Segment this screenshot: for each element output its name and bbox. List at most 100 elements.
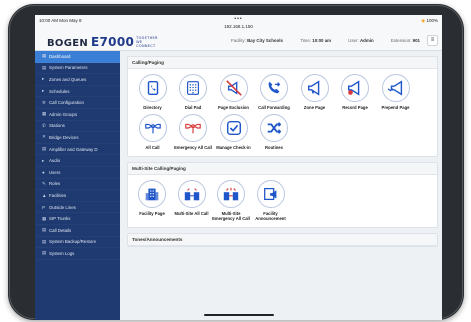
multisite-tile[interactable]: Facility Announcement bbox=[252, 180, 290, 221]
extension-info: Extension: 901 bbox=[390, 38, 420, 43]
all-call-icon[interactable] bbox=[138, 114, 167, 142]
calendar-icon: ▸ bbox=[42, 88, 45, 94]
calling-tile-label: Emergency All Call bbox=[174, 145, 212, 150]
amplifier-icon: ▤ bbox=[42, 146, 47, 152]
multisite-tile[interactable]: Facility Page bbox=[133, 180, 171, 221]
calling-tile[interactable]: Zone Page bbox=[295, 74, 334, 110]
calling-tile-label: Prepend Page bbox=[381, 105, 410, 110]
facility-announcement-icon[interactable] bbox=[256, 180, 285, 208]
sidebar-item-outside-lines[interactable]: P Outside Lines bbox=[35, 202, 120, 214]
sidebar-item-dashboard[interactable]: ▦ Dashboard bbox=[35, 51, 120, 63]
multi-site-all-call-icon[interactable] bbox=[177, 180, 206, 208]
sidebar-item-schedules[interactable]: ▸ Schedules bbox=[35, 86, 120, 98]
call-details-icon: ▤ bbox=[42, 227, 47, 233]
sidebar-item-label: Call Details bbox=[49, 227, 72, 233]
brand-name: BOGEN bbox=[47, 38, 89, 49]
logs-icon: ▤ bbox=[42, 250, 47, 256]
app-screen: 10:00 AM Mon May 8 ••• 192.168.1.150 ◉ 1… bbox=[35, 15, 442, 320]
calling-tile[interactable]: All Call bbox=[133, 114, 172, 150]
facility-icon: ▲ bbox=[42, 192, 47, 198]
sidebar-item-call-details[interactable]: ▤ Call Details bbox=[35, 225, 120, 237]
sidebar-item-label: System Parameters bbox=[49, 65, 88, 71]
check-in-icon[interactable] bbox=[219, 114, 248, 142]
sidebar-item-system-logs[interactable]: ▤ System Logs bbox=[35, 248, 120, 260]
sidebar-item-call-configuration[interactable]: ✲ Call Configuration bbox=[35, 97, 120, 109]
tablet-frame: 10:00 AM Mon May 8 ••• 192.168.1.150 ◉ 1… bbox=[8, 4, 464, 320]
sidebar-item-sip-trunks[interactable]: ▦ SIP Trunks bbox=[35, 213, 120, 225]
calling-tile-label: Manage Check-in bbox=[216, 145, 251, 150]
call-forwarding-icon[interactable] bbox=[260, 74, 288, 102]
calling-tile[interactable]: Routines bbox=[255, 114, 294, 150]
directory-icon[interactable] bbox=[138, 74, 167, 102]
prepend-page-icon[interactable] bbox=[381, 74, 410, 102]
panel-title: Multi-Site Calling/Paging bbox=[128, 163, 437, 175]
phone-icon: ✆ bbox=[42, 122, 46, 128]
record-page-icon[interactable] bbox=[341, 74, 369, 102]
app-header: BOGEN E7000 TOGETHER WE CONNECT Facility: Ba… bbox=[35, 31, 442, 51]
calling-tile[interactable]: Prepend Page bbox=[376, 74, 415, 110]
sidebar-item-facilities[interactable]: ▲ Facilities bbox=[35, 190, 120, 202]
sidebar-item-label: System Logs bbox=[49, 250, 75, 256]
page-exclusion-icon[interactable] bbox=[219, 74, 248, 102]
calling-tile[interactable]: Call Forwarding bbox=[255, 74, 294, 110]
sidebar-item-audio[interactable]: ▸ Audio bbox=[35, 155, 120, 167]
sidebar-item-stations[interactable]: ✆ Stations bbox=[35, 121, 120, 133]
home-indicator[interactable] bbox=[203, 314, 274, 316]
sidebar: ▦ Dashboard ▤ System Parameters ▸ Zones and Q… bbox=[35, 51, 120, 320]
sidebar-item-label: System Backup/Restore bbox=[49, 239, 97, 245]
bogen-logo: BOGEN E7000 TOGETHER WE CONNECT bbox=[47, 35, 158, 49]
sidebar-item-system-backup-restore[interactable]: ▤ System Backup/Restore bbox=[35, 237, 120, 249]
calling-tiles: Directory Dial Pad Page Exclusion Call Forw… bbox=[128, 69, 437, 156]
emergency-all-call-icon[interactable] bbox=[179, 114, 207, 142]
battery-level: 100% bbox=[426, 18, 438, 23]
multisite-tile[interactable]: Multi-Site All Call bbox=[173, 180, 211, 221]
sidebar-item-system-parameters[interactable]: ▤ System Parameters bbox=[35, 63, 120, 75]
product-tagline: TOGETHER WE CONNECT bbox=[136, 36, 158, 48]
multisite-tile-label: Multi-Site Emergency All Call bbox=[212, 211, 250, 221]
status-dots: ••• bbox=[234, 16, 243, 22]
multisite-tile-label: Facility Announcement bbox=[255, 211, 286, 221]
sidebar-item-admin-groups[interactable]: ▦ Admin Groups bbox=[35, 109, 120, 121]
calling-tile-label: Page Exclusion bbox=[218, 105, 249, 110]
sidebar-item-label: Audio bbox=[49, 158, 61, 164]
calling-tile[interactable]: Record Page bbox=[336, 74, 375, 110]
multisite-panel: Multi-Site Calling/Paging Facility Page M… bbox=[127, 162, 438, 228]
facility-page-icon[interactable] bbox=[138, 180, 166, 208]
url-bar[interactable]: 192.168.1.150 bbox=[35, 24, 442, 29]
calling-tile[interactable]: Directory bbox=[133, 74, 172, 110]
calling-tile-label: Call Forwarding bbox=[258, 105, 290, 110]
group-icon: ▦ bbox=[42, 111, 47, 117]
sidebar-item-amplifier-and-gateway-d[interactable]: ▤ Amplifier and Gateway D bbox=[35, 144, 120, 156]
main-content: Calling/Paging Directory Dial Pad Page Exc… bbox=[123, 51, 442, 320]
multisite-tile-label: Facility Page bbox=[139, 211, 165, 216]
routines-icon[interactable] bbox=[260, 114, 288, 142]
session-info: Facility: Bay City Schools Time: 10:00 a… bbox=[215, 38, 420, 43]
sidebar-item-bridge-devices[interactable]: ✕ Bridge Devices bbox=[35, 132, 120, 144]
multi-site-emergency-icon[interactable] bbox=[217, 180, 245, 208]
calling-tile[interactable]: Dial Pad bbox=[174, 74, 213, 110]
multisite-tile-label: Multi-Site All Call bbox=[174, 211, 209, 216]
sidebar-item-roles[interactable]: ✎ Roles bbox=[35, 179, 120, 191]
multisite-tile[interactable]: Multi-Site Emergency All Call bbox=[212, 180, 250, 221]
tones-panel: Tones/Announcements bbox=[127, 233, 438, 247]
sidebar-item-label: Dashboard bbox=[49, 53, 71, 59]
sidebar-item-zones-and-queues[interactable]: ▸ Zones and Queues bbox=[35, 74, 120, 86]
calling-tile-label: Directory bbox=[143, 105, 162, 110]
sidebar-item-label: Amplifier and Gateway D bbox=[49, 146, 98, 152]
calling-paging-panel: Calling/Paging Directory Dial Pad Page Exc… bbox=[127, 56, 438, 157]
sidebar-item-label: Call Configuration bbox=[49, 100, 84, 106]
hamburger-menu-icon[interactable]: ≡ bbox=[427, 35, 438, 46]
sidebar-item-label: Schedules bbox=[49, 88, 70, 94]
calling-tile[interactable]: Manage Check-in bbox=[214, 114, 253, 150]
calling-tile[interactable]: Page Exclusion bbox=[214, 74, 253, 110]
panel-title: Calling/Paging bbox=[128, 57, 437, 69]
calling-tile-label: All Call bbox=[145, 145, 160, 150]
sidebar-item-label: Facilities bbox=[49, 192, 67, 198]
panel-title: Tones/Announcements bbox=[128, 234, 437, 246]
gear-icon: ✲ bbox=[42, 99, 46, 105]
zone-page-icon[interactable] bbox=[300, 74, 329, 102]
stage: 10:00 AM Mon May 8 ••• 192.168.1.150 ◉ 1… bbox=[0, 0, 471, 322]
calling-tile[interactable]: Emergency All Call bbox=[174, 114, 213, 150]
sidebar-item-users[interactable]: ● Users bbox=[35, 167, 120, 179]
dial-pad-icon[interactable] bbox=[179, 74, 207, 102]
